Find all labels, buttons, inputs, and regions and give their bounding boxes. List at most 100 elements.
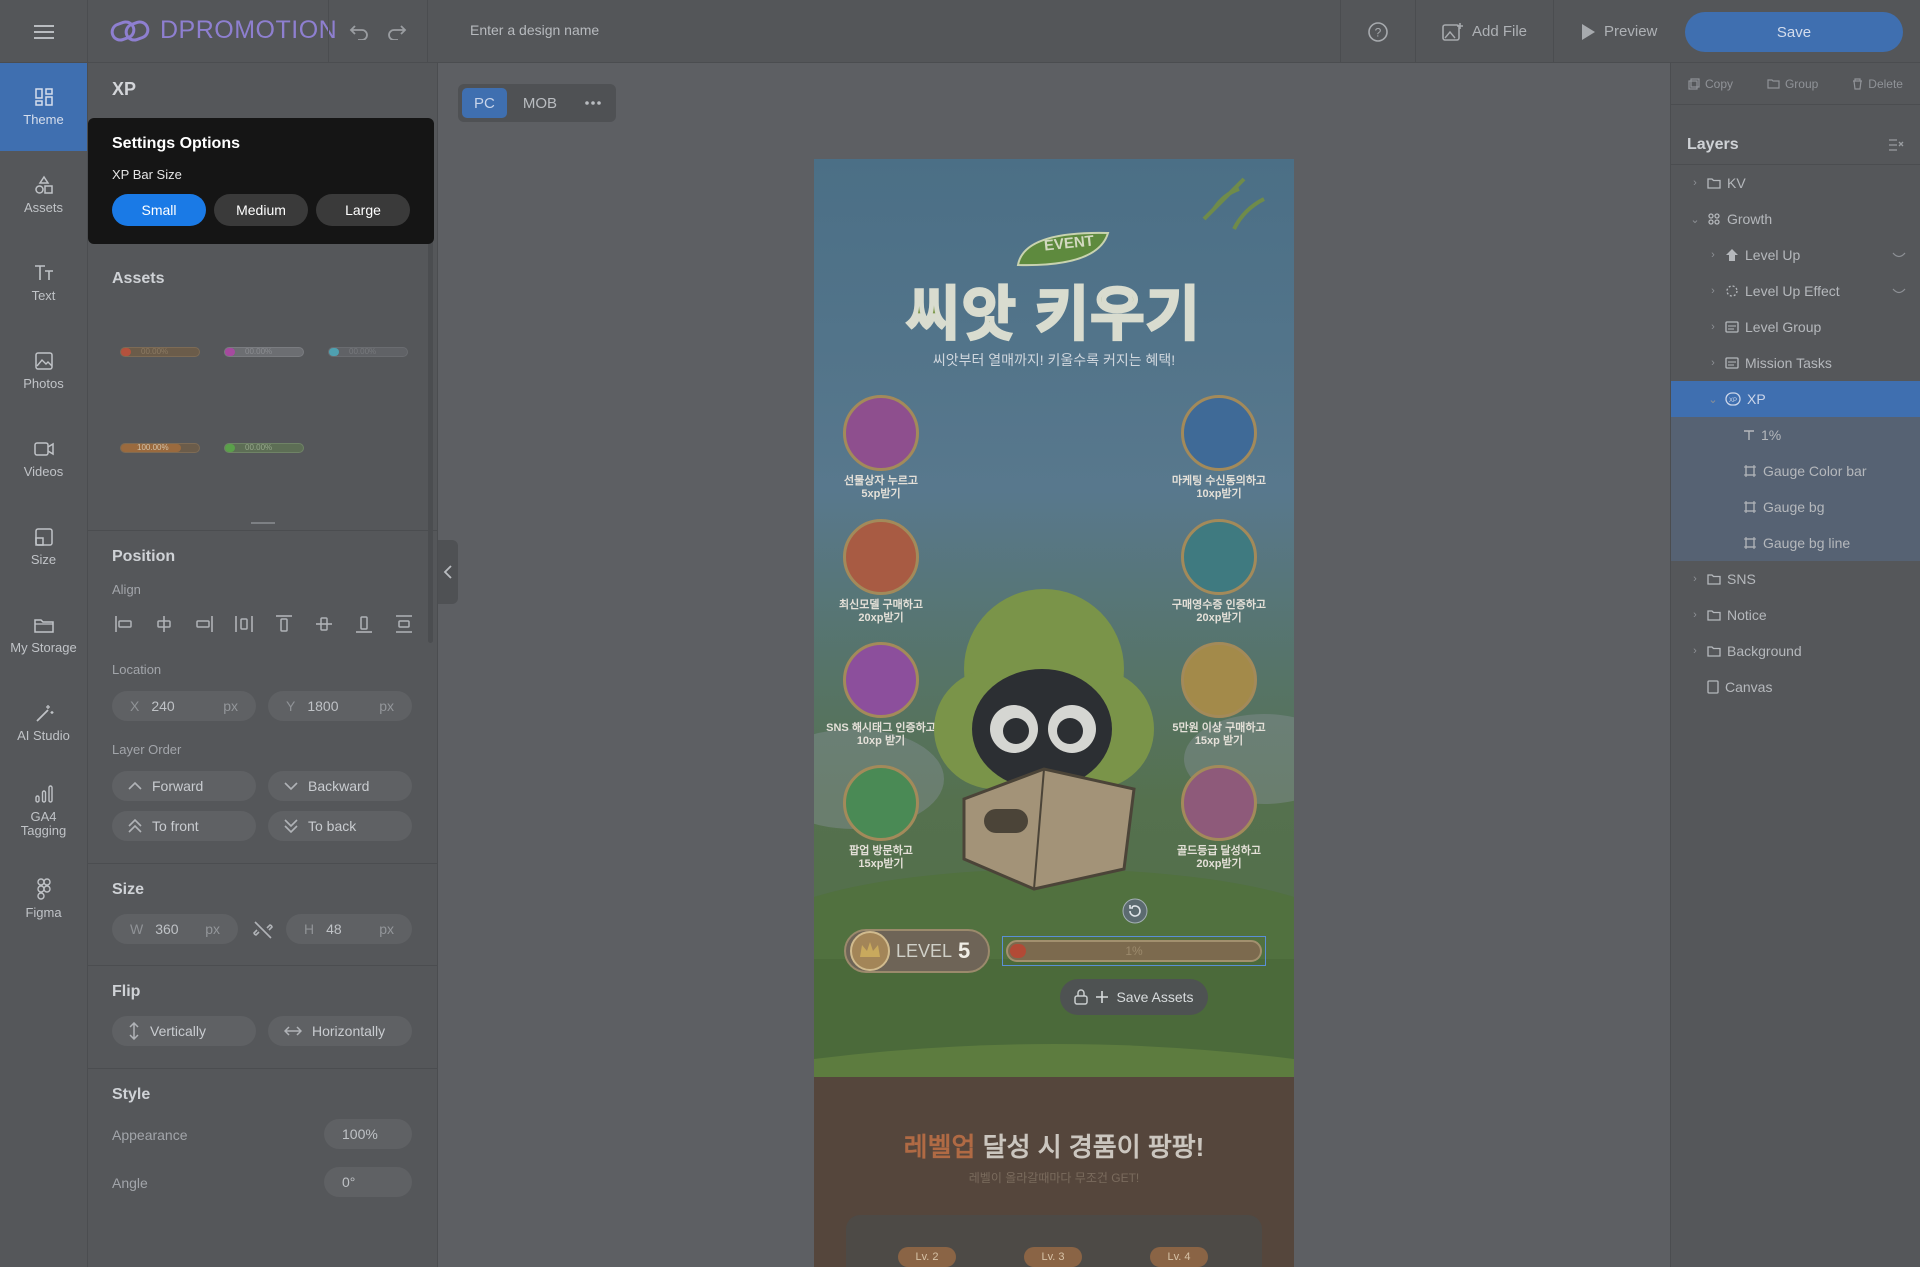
collapse-panel-button[interactable] bbox=[438, 540, 458, 604]
align-top-icon[interactable] bbox=[274, 614, 294, 634]
mission-item[interactable]: 마케팅 수신동의하고 10xp받기 bbox=[1164, 395, 1274, 501]
unlink-ratio-icon[interactable] bbox=[252, 919, 274, 941]
hidden-eye-icon[interactable] bbox=[1892, 251, 1906, 259]
size-medium-button[interactable]: Medium bbox=[214, 194, 308, 226]
mission-item[interactable]: 선물상자 누르고 5xp받기 bbox=[826, 395, 936, 501]
angle-field[interactable]: 0° bbox=[324, 1167, 412, 1197]
align-left-icon[interactable] bbox=[114, 614, 134, 634]
preview-button[interactable]: Preview bbox=[1553, 0, 1683, 63]
frame-icon bbox=[1725, 357, 1739, 369]
asset-thumb[interactable]: 100.00% bbox=[120, 443, 200, 453]
layer-item[interactable]: Gauge bg line bbox=[1671, 525, 1920, 561]
to-back-button[interactable]: To back bbox=[268, 811, 412, 841]
forward-button[interactable]: Forward bbox=[112, 771, 256, 801]
layer-item[interactable]: 1% bbox=[1671, 417, 1920, 453]
nav-item-videos[interactable]: Videos bbox=[0, 415, 87, 503]
app-logo[interactable]: DPROMOTION bbox=[110, 16, 337, 45]
undo-icon[interactable] bbox=[349, 24, 369, 40]
level-number: 5 bbox=[958, 938, 971, 963]
chevron-down-icon[interactable]: ⌄ bbox=[1689, 213, 1701, 226]
group-button[interactable]: Group bbox=[1767, 77, 1818, 91]
chevron-right-icon[interactable]: › bbox=[1689, 177, 1701, 189]
nav-item-ai-studio[interactable]: AI Studio bbox=[0, 679, 87, 767]
nav-item-my-storage[interactable]: My Storage bbox=[0, 591, 87, 679]
layer-item[interactable]: › Level Up bbox=[1671, 237, 1920, 273]
layer-item[interactable]: Canvas bbox=[1671, 669, 1920, 705]
add-file-button[interactable]: Add File bbox=[1415, 0, 1553, 63]
layer-item[interactable]: › Background bbox=[1671, 633, 1920, 669]
chevron-up-icon bbox=[128, 781, 142, 790]
chevron-right-icon[interactable]: › bbox=[1689, 609, 1701, 621]
collapse-all-icon[interactable] bbox=[1888, 138, 1904, 152]
layer-item[interactable]: › Notice bbox=[1671, 597, 1920, 633]
mission-item[interactable]: SNS 해시태그 인증하고 10xp 받기 bbox=[826, 642, 936, 748]
menu-button[interactable] bbox=[0, 0, 88, 63]
align-center-horizontal-icon[interactable] bbox=[154, 614, 174, 634]
design-canvas[interactable]: EVENT 씨앗 키우기 씨앗부터 열매까지! 키울수록 커지는 혜택! 선물상… bbox=[814, 159, 1294, 1267]
layer-item[interactable]: › Level Up Effect bbox=[1671, 273, 1920, 309]
chevron-right-icon[interactable]: › bbox=[1707, 285, 1719, 297]
nav-item-ga4-tagging[interactable]: GA4 Tagging bbox=[0, 767, 87, 855]
layer-item[interactable]: › Mission Tasks bbox=[1671, 345, 1920, 381]
asset-thumb[interactable]: 00.00% bbox=[120, 347, 200, 357]
chevron-right-icon[interactable]: › bbox=[1707, 357, 1719, 369]
position-x-field[interactable]: X 240 px bbox=[112, 691, 256, 721]
layer-item[interactable]: ⌄ XP XP bbox=[1671, 381, 1920, 417]
rotate-handle-icon[interactable] bbox=[1122, 898, 1148, 924]
layer-item[interactable]: Gauge Color bar bbox=[1671, 453, 1920, 489]
tab-mob[interactable]: MOB bbox=[511, 88, 569, 118]
chevron-right-icon[interactable]: › bbox=[1689, 645, 1701, 657]
flip-vertically-button[interactable]: Vertically bbox=[112, 1016, 256, 1046]
double-chevron-up-icon bbox=[128, 819, 142, 833]
mission-item[interactable]: 팝업 방문하고 15xp받기 bbox=[826, 765, 936, 871]
chevron-right-icon[interactable]: › bbox=[1707, 321, 1719, 333]
width-field[interactable]: W 360 px bbox=[112, 914, 238, 944]
chevron-right-icon[interactable]: › bbox=[1689, 573, 1701, 585]
chevron-right-icon[interactable]: › bbox=[1707, 249, 1719, 261]
position-y-field[interactable]: Y 1800 px bbox=[268, 691, 412, 721]
size-small-button[interactable]: Small bbox=[112, 194, 206, 226]
save-button[interactable]: Save bbox=[1685, 12, 1903, 52]
nav-item-figma[interactable]: Figma bbox=[0, 855, 87, 943]
layer-item[interactable]: › Level Group bbox=[1671, 309, 1920, 345]
save-assets-button[interactable]: Save Assets bbox=[1060, 979, 1208, 1015]
help-button[interactable]: ? bbox=[1340, 0, 1415, 63]
design-name-input[interactable]: Enter a design name bbox=[470, 22, 599, 38]
effect-icon bbox=[1725, 284, 1739, 298]
chevron-down-icon[interactable]: ⌄ bbox=[1707, 393, 1719, 406]
nav-item-text[interactable]: Text bbox=[0, 239, 87, 327]
nav-item-assets[interactable]: Assets bbox=[0, 151, 87, 239]
backward-button[interactable]: Backward bbox=[268, 771, 412, 801]
layer-item[interactable]: Gauge bg bbox=[1671, 489, 1920, 525]
mission-item[interactable]: 최신모델 구매하고 20xp받기 bbox=[826, 519, 936, 625]
nav-item-photos[interactable]: Photos bbox=[0, 327, 87, 415]
appearance-field[interactable]: 100% bbox=[324, 1119, 412, 1149]
size-large-button[interactable]: Large bbox=[316, 194, 410, 226]
align-bottom-icon[interactable] bbox=[354, 614, 374, 634]
hidden-eye-icon[interactable] bbox=[1892, 287, 1906, 295]
asset-thumb[interactable]: 00.00% bbox=[328, 347, 408, 357]
properties-panel: XP Settings Options XP Bar Size Small Me… bbox=[88, 63, 438, 1267]
distribute-horizontal-icon[interactable] bbox=[234, 614, 254, 634]
nav-item-theme[interactable]: Theme bbox=[0, 63, 87, 151]
layer-item[interactable]: › SNS bbox=[1671, 561, 1920, 597]
align-right-icon[interactable] bbox=[194, 614, 214, 634]
nav-label: My Storage bbox=[10, 640, 77, 655]
distribute-vertical-icon[interactable] bbox=[394, 614, 414, 634]
tab-pc[interactable]: PC bbox=[462, 88, 507, 118]
nav-item-size[interactable]: Size bbox=[0, 503, 87, 591]
location-label: Location bbox=[112, 662, 162, 677]
more-options-button[interactable] bbox=[573, 88, 613, 118]
align-middle-icon[interactable] bbox=[314, 614, 334, 634]
asset-thumb[interactable]: 00.00% bbox=[224, 347, 304, 357]
resize-handle[interactable] bbox=[251, 522, 275, 524]
copy-button[interactable]: Copy bbox=[1688, 77, 1733, 91]
height-field[interactable]: H 48 px bbox=[286, 914, 412, 944]
asset-thumb[interactable]: 00.00% bbox=[224, 443, 304, 453]
delete-button[interactable]: Delete bbox=[1852, 77, 1903, 91]
layer-item[interactable]: ⌄ Growth bbox=[1671, 201, 1920, 237]
redo-icon[interactable] bbox=[387, 24, 407, 40]
to-front-button[interactable]: To front bbox=[112, 811, 256, 841]
flip-horizontally-button[interactable]: Horizontally bbox=[268, 1016, 412, 1046]
layer-item[interactable]: › KV bbox=[1671, 165, 1920, 201]
